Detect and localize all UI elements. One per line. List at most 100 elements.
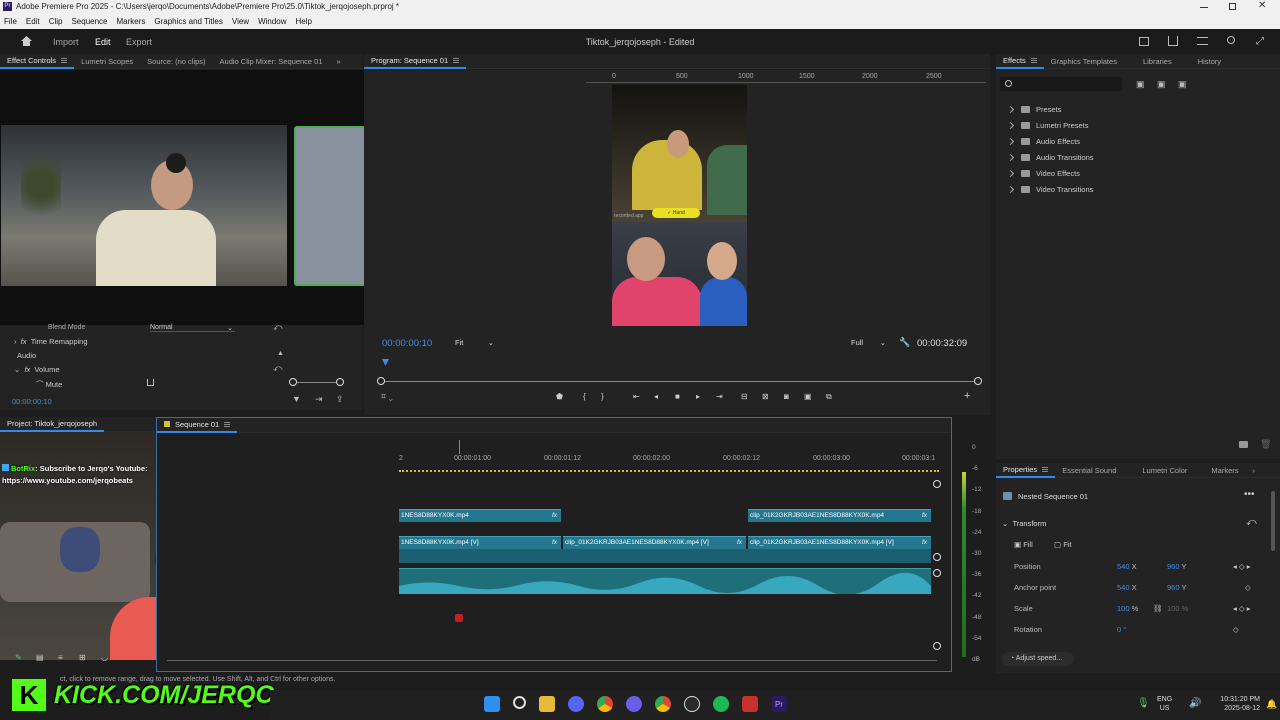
red-marker[interactable] bbox=[455, 614, 463, 622]
arc-icon[interactable] bbox=[626, 696, 642, 712]
windows-start-icon[interactable] bbox=[484, 696, 500, 712]
effects-item-lumetri[interactable]: Lumetri Presets bbox=[1006, 118, 1094, 134]
safe-margins-icon[interactable]: ⌗ ⌄ bbox=[381, 391, 393, 402]
menu-graphics[interactable]: Graphics and Titles bbox=[154, 17, 222, 26]
blend-mode-select[interactable]: Normal ⌄ bbox=[150, 324, 235, 332]
fullscreen-icon[interactable]: ⤢ bbox=[1256, 36, 1264, 47]
program-scrub-bar[interactable] bbox=[382, 381, 978, 382]
effects-item-audio-transitions[interactable]: Audio Transitions bbox=[1006, 150, 1094, 166]
export-icon[interactable]: ⇪ bbox=[336, 394, 344, 405]
position-y[interactable]: 960 Y bbox=[1167, 562, 1233, 571]
clip-v2-b[interactable]: clip_01K2GKRJB03AE1NES8D88KYX0K.mp4 fx bbox=[748, 509, 931, 522]
rotation-value[interactable]: 0 ° bbox=[1117, 625, 1233, 634]
volume-icon[interactable]: 🔊 bbox=[1189, 698, 1201, 709]
step-back-icon[interactable]: ◂ bbox=[654, 392, 658, 401]
timeline-scroll-handle-top[interactable] bbox=[933, 480, 941, 488]
extract-icon[interactable]: ⊠ bbox=[762, 392, 769, 401]
timeline-zoom-bar[interactable] bbox=[167, 660, 937, 661]
mark-out-icon[interactable]: } bbox=[601, 392, 604, 401]
spotify-icon[interactable] bbox=[713, 696, 729, 712]
tab-history[interactable]: History bbox=[1191, 54, 1228, 69]
timeline-scroll-handle-mid[interactable] bbox=[933, 553, 941, 561]
tab-markers[interactable]: Markers bbox=[1204, 463, 1245, 478]
menu-help[interactable]: Help bbox=[296, 17, 312, 26]
obs-icon[interactable] bbox=[684, 696, 700, 712]
keyframe-icon[interactable]: ◂ ◇ ▸ bbox=[1233, 604, 1250, 613]
tab-import[interactable]: Import bbox=[53, 37, 79, 47]
anchor-x[interactable]: 540 X bbox=[1117, 583, 1167, 592]
keyframe-icon[interactable]: ◇ bbox=[1245, 583, 1251, 592]
wrench-icon[interactable]: 🔧 bbox=[899, 337, 910, 348]
clip-audio-a1[interactable] bbox=[399, 568, 931, 594]
tab-program[interactable]: Program: Sequence 01 bbox=[364, 54, 467, 69]
language-indicator[interactable]: ENG US bbox=[1157, 695, 1172, 713]
properties-scrollbar[interactable] bbox=[1271, 491, 1275, 551]
reset-icon[interactable]: ⤺ bbox=[273, 363, 283, 374]
play-only-audio-icon[interactable]: ⇥ bbox=[315, 394, 323, 405]
tab-properties[interactable]: Properties bbox=[996, 463, 1056, 478]
menu-view[interactable]: View bbox=[232, 17, 249, 26]
tab-lumetri-color[interactable]: Lumetri Color bbox=[1135, 463, 1194, 478]
adjust-speed-button[interactable]: ◔ Adjust speed... bbox=[1002, 652, 1074, 666]
notification-icon[interactable]: 🔔 bbox=[1266, 699, 1277, 710]
clip-v1-c[interactable]: clip_01K2GKRJB03AE1NES8D88KYX0K.mp4 [V] f… bbox=[748, 536, 931, 549]
multicam-icon[interactable]: ⧉ bbox=[826, 392, 832, 402]
fill-button[interactable]: ▣ Fill bbox=[1014, 540, 1033, 549]
export-frame-icon[interactable]: ◙ bbox=[784, 392, 789, 401]
scrub-handle-right[interactable] bbox=[974, 377, 982, 385]
effects-item-presets[interactable]: Presets bbox=[1006, 102, 1094, 118]
panel-icon[interactable] bbox=[1139, 37, 1149, 46]
tab-sequence-01[interactable]: Sequence 01 bbox=[157, 418, 238, 433]
tab-effects[interactable]: Effects bbox=[996, 54, 1044, 69]
filter-icon[interactable]: ▼ bbox=[292, 394, 301, 404]
volume-row[interactable]: ⌄ fx Volume bbox=[14, 365, 60, 374]
discord-icon[interactable] bbox=[568, 696, 584, 712]
lift-icon[interactable]: ⊟ bbox=[741, 392, 748, 401]
file-explorer-icon[interactable] bbox=[539, 696, 555, 712]
tab-source[interactable]: Source: (no clips) bbox=[140, 54, 212, 69]
anchor-y[interactable]: 960 Y bbox=[1167, 583, 1245, 592]
panel-menu-icon[interactable] bbox=[61, 57, 68, 63]
slider-handle-right[interactable] bbox=[336, 378, 344, 386]
list-view-icon[interactable]: ▤ bbox=[36, 653, 44, 662]
fit-dropdown[interactable]: Fit ⌄ bbox=[452, 336, 496, 350]
add-marker-icon[interactable]: ⬟ bbox=[556, 392, 563, 401]
reset-icon[interactable]: ⤺ bbox=[273, 322, 283, 333]
tab-export[interactable]: Export bbox=[126, 37, 152, 47]
tab-libraries[interactable]: Libraries bbox=[1136, 54, 1179, 69]
more-options-icon[interactable]: ••• bbox=[1244, 489, 1255, 500]
close-button[interactable]: ✕ bbox=[1258, 0, 1266, 11]
panel-menu-icon[interactable] bbox=[1030, 57, 1037, 63]
more-tabs-icon[interactable]: » bbox=[330, 54, 348, 69]
transform-section[interactable]: ⌄ Transform bbox=[1002, 519, 1046, 528]
panel-menu-icon[interactable] bbox=[1042, 466, 1049, 472]
yuv-icon[interactable]: ▣ bbox=[1178, 79, 1187, 90]
scrub-handle-left[interactable] bbox=[377, 377, 385, 385]
tab-graphics-templates[interactable]: Graphics Templates bbox=[1044, 54, 1124, 69]
streamer-app-icon[interactable] bbox=[742, 696, 758, 712]
reset-icon[interactable]: ⤺ bbox=[1246, 517, 1257, 528]
search-icon[interactable] bbox=[1227, 36, 1235, 44]
menu-edit[interactable]: Edit bbox=[26, 17, 40, 26]
playhead[interactable] bbox=[459, 440, 460, 454]
keyframe-icon[interactable]: ◂ ◇ ▸ bbox=[1233, 562, 1250, 571]
go-to-out-icon[interactable]: ⇥ bbox=[716, 392, 723, 401]
quality-dropdown[interactable]: Full ⌄ bbox=[848, 336, 888, 350]
clip-v2-a[interactable]: 1NES8D88KYX0K.mp4 fx bbox=[399, 509, 561, 522]
effect-controls-timecode[interactable]: 00:00:00:10 bbox=[12, 397, 52, 406]
new-folder-icon[interactable] bbox=[1239, 441, 1248, 448]
maximize-button[interactable] bbox=[1229, 3, 1236, 10]
mute-checkbox[interactable] bbox=[147, 379, 154, 386]
sort-icon[interactable]: ◡ bbox=[101, 653, 108, 662]
accelerated-icon[interactable]: ▣ bbox=[1157, 79, 1166, 90]
tab-effect-controls[interactable]: Effect Controls bbox=[0, 54, 75, 69]
effects-item-video-effects[interactable]: Video Effects bbox=[1006, 166, 1094, 182]
mark-in-icon[interactable]: { bbox=[583, 392, 586, 401]
tab-essential-sound[interactable]: Essential Sound bbox=[1055, 463, 1123, 478]
time-remapping-row[interactable]: › fx Time Remapping bbox=[14, 337, 88, 346]
freeform-view-icon[interactable]: ⊞ bbox=[79, 653, 86, 662]
new-bin-icon[interactable]: ▣ bbox=[1136, 79, 1145, 90]
effects-item-audio-effects[interactable]: Audio Effects bbox=[1006, 134, 1094, 150]
minimize-button[interactable] bbox=[1200, 7, 1208, 8]
clip-v1-a[interactable]: 1NES8D88KYX0K.mp4 [V] fx bbox=[399, 536, 561, 549]
